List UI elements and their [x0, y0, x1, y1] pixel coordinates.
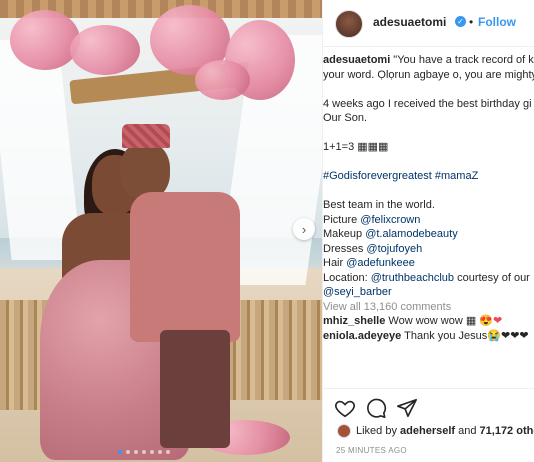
likes-summary: Liked by adeherself and 71,172 othe [337, 424, 534, 440]
carousel-dot [158, 450, 162, 454]
caption-text: "You have a track record of k [390, 54, 534, 66]
caption-line: adesuaetomi "You have a track record of … [323, 53, 534, 68]
comment-author[interactable]: mhiz_shelle [323, 315, 385, 327]
man-figure [110, 124, 250, 450]
post-caption: adesuaetomi "You have a track record of … [323, 53, 534, 343]
credit-label: Dresses [323, 242, 367, 255]
comment: mhiz_shelle Wow wow wow ▦ 😍❤ [323, 314, 534, 329]
caption-text: courtesy of our [454, 271, 530, 284]
heart-emoji: ❤ [493, 315, 503, 327]
caption-line: your word. Ọlọrun agbaye o, you are migh… [323, 68, 534, 81]
liker-username[interactable]: adeherself [400, 425, 455, 437]
mention-link[interactable]: @t.alamodebeauty [365, 228, 458, 240]
hashtags[interactable]: #Godisforevergreatest #mamaZ [323, 169, 534, 184]
caption-line: Our Son. [323, 112, 368, 124]
likes-count[interactable]: 71,172 othe [480, 425, 534, 437]
mention-link[interactable]: @tojufoyeh [366, 243, 422, 255]
caption-line: Best team in the world. [323, 199, 435, 211]
mention-link[interactable]: @felixcrown [360, 214, 420, 226]
caption-author[interactable]: adesuaetomi [323, 54, 390, 66]
credit-label: Location: [323, 271, 371, 284]
follow-button[interactable]: Follow [478, 15, 516, 29]
comment-text: Thank you Jesus😭❤❤❤ [401, 329, 529, 342]
heart-icon[interactable] [334, 397, 356, 419]
separator-dot: • [469, 15, 474, 29]
liked-middle: and [455, 424, 480, 437]
mention-link[interactable]: @adefunkeee [346, 257, 415, 269]
comment-author[interactable]: eniola.adeyeye [323, 330, 401, 342]
flower-cluster [70, 25, 140, 75]
post-photo[interactable]: › [0, 0, 322, 462]
carousel-dot [118, 450, 122, 454]
flower-cluster [195, 60, 250, 100]
verified-badge-icon: ✓ [455, 16, 466, 27]
post-timestamp: 25 MINUTES AGO [336, 446, 407, 455]
credit-label: Hair [323, 257, 347, 269]
carousel-dot [126, 450, 130, 454]
comment-text: Wow wow wow ▦ 😍 [385, 315, 493, 327]
mention-link[interactable]: @truthbeachclub [371, 272, 454, 284]
comment: eniola.adeyeye Thank you Jesus😭❤❤❤ [323, 329, 534, 344]
action-bar [323, 388, 534, 429]
caption-line: 1+1=3 ▦▦▦ [323, 141, 389, 153]
avatar[interactable] [335, 10, 363, 38]
view-all-comments-link[interactable]: View all 13,160 comments [323, 300, 534, 315]
carousel-dot [150, 450, 154, 454]
comment-icon[interactable] [365, 397, 387, 419]
next-arrow-icon[interactable]: › [293, 218, 315, 240]
credit-label: Makeup [323, 228, 366, 240]
share-icon[interactable] [396, 397, 418, 419]
liker-avatar[interactable] [337, 424, 351, 438]
caption-line: 4 weeks ago I received the best birthday… [323, 97, 532, 110]
carousel-dot [166, 450, 170, 454]
carousel-dots [118, 450, 170, 454]
carousel-dot [142, 450, 146, 454]
carousel-dot [134, 450, 138, 454]
liked-prefix: Liked by [356, 424, 401, 437]
username[interactable]: adesuaetomi [373, 15, 446, 29]
mention-link[interactable]: @seyi_barber [323, 286, 392, 298]
post-details-panel: adesuaetomi ✓ • Follow adesuaetomi "You … [322, 0, 534, 462]
credit-label: Picture [323, 213, 361, 226]
flower-cluster [10, 10, 80, 70]
post-header: adesuaetomi ✓ • Follow [323, 0, 534, 47]
